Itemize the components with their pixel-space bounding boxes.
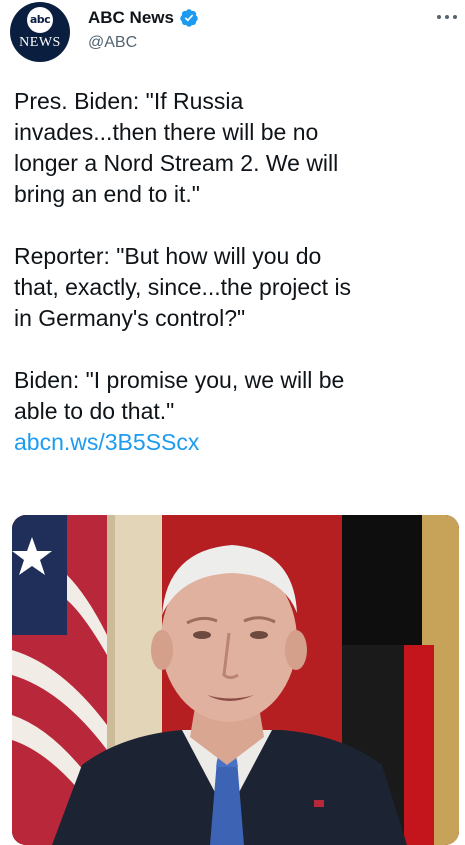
avatar-logo-text: NEWS <box>19 35 61 50</box>
tweet-paragraph: Biden: "I promise you, we will be able t… <box>14 367 345 424</box>
abc-logo-icon: abc <box>27 7 53 33</box>
tweet-media-photo[interactable] <box>12 515 459 845</box>
tweet-header: abc NEWS ABC News @ABC <box>0 0 465 70</box>
author-name-row[interactable]: ABC News <box>88 6 199 30</box>
verified-badge-icon <box>180 9 198 27</box>
photo-scene <box>12 515 459 845</box>
tweet-text: Pres. Biden: "If Russia invades...then t… <box>14 86 454 458</box>
display-name[interactable]: ABC News <box>88 8 174 28</box>
more-options-icon[interactable] <box>436 10 458 24</box>
tweet-paragraph: Pres. Biden: "If Russia invades...then t… <box>14 88 339 207</box>
tweet-link[interactable]: abcn.ws/3B5SScx <box>14 427 454 458</box>
author-handle[interactable]: @ABC <box>88 34 137 52</box>
avatar[interactable]: abc NEWS <box>10 2 70 62</box>
tweet-paragraph: Reporter: "But how will you do that, exa… <box>14 243 352 331</box>
